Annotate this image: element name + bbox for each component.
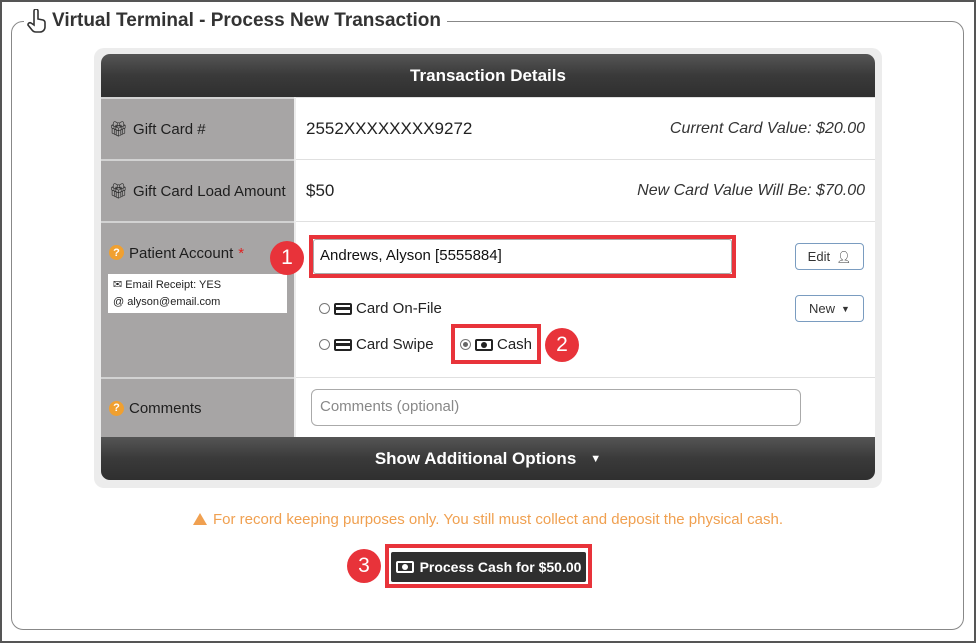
highlight-box-1 (309, 235, 736, 278)
load-amount-value: $50 (306, 181, 335, 200)
help-icon[interactable]: ? (109, 400, 124, 416)
page-title: Virtual Terminal - Process New Transacti… (24, 9, 447, 33)
user-icon: 👤︎ (836, 249, 852, 264)
highlight-box-3 (385, 544, 592, 588)
gift-icon: 🎁︎ (109, 183, 129, 200)
page-title-text: Virtual Terminal - Process New Transacti… (52, 10, 441, 31)
comments-label: Comments (129, 399, 202, 417)
load-amount-label: Gift Card Load Amount (133, 182, 286, 200)
gift-card-label: Gift Card # (133, 120, 206, 138)
email-line: @ alyson@email.com (113, 296, 221, 308)
patient-account-label: Patient Account (129, 245, 234, 262)
callout-3: 3 (347, 549, 381, 583)
gift-card-label-cell: 🎁︎ Gift Card # (101, 97, 294, 159)
highlight-box-2 (451, 324, 541, 364)
gift-icon: 🎁︎ (109, 121, 129, 138)
card-on-file-label: Card On-File (356, 300, 442, 317)
email-receipt-line: ✉ Email Receipt: YES (113, 279, 222, 291)
transaction-details-header: Transaction Details (101, 54, 875, 97)
gift-card-number: 2552XXXXXXXX9272 (306, 119, 473, 138)
edit-button-label: Edit (807, 249, 831, 264)
show-additional-options-toggle[interactable]: Show Additional Options ▼ (101, 437, 875, 480)
comments-input[interactable]: Comments (optional) (311, 389, 801, 426)
callout-1: 1 (270, 241, 304, 275)
callout-2: 2 (545, 328, 579, 362)
comments-label-cell: ? Comments (101, 377, 294, 437)
patient-info-box: ✉ Email Receipt: YES @ alyson@email.com (108, 274, 287, 313)
cash-notice: For record keeping purposes only. You st… (0, 511, 976, 528)
cash-notice-text: For record keeping purposes only. You st… (212, 511, 784, 528)
help-icon[interactable]: ? (109, 245, 124, 260)
warning-icon (192, 513, 207, 525)
radio-card-swipe[interactable]: Card Swipe (319, 336, 434, 353)
patient-email: alyson@email.com (127, 296, 221, 308)
pointer-hand-icon (27, 9, 46, 33)
required-marker: * (238, 245, 245, 262)
email-receipt-status: Email Receipt: YES (125, 279, 222, 291)
credit-card-icon (334, 338, 352, 351)
new-button-label: New (809, 301, 836, 316)
caret-down-icon: ▼ (590, 452, 602, 465)
current-card-value: Current Card Value: $20.00 (669, 120, 865, 137)
caret-down-icon: ▼ (841, 303, 850, 314)
new-patient-dropdown[interactable]: New ▼ (795, 295, 864, 322)
credit-card-icon (334, 302, 352, 315)
new-card-value: New Card Value Will Be: $70.00 (637, 182, 865, 199)
radio-circle (319, 303, 330, 314)
edit-patient-button[interactable]: Edit 👤︎ (795, 243, 864, 270)
show-additional-options-label: Show Additional Options (374, 448, 577, 468)
load-amount-label-cell: 🎁︎ Gift Card Load Amount (101, 159, 294, 221)
radio-card-on-file[interactable]: Card On-File (319, 300, 442, 317)
card-swipe-label: Card Swipe (356, 336, 434, 353)
radio-circle (319, 339, 330, 350)
